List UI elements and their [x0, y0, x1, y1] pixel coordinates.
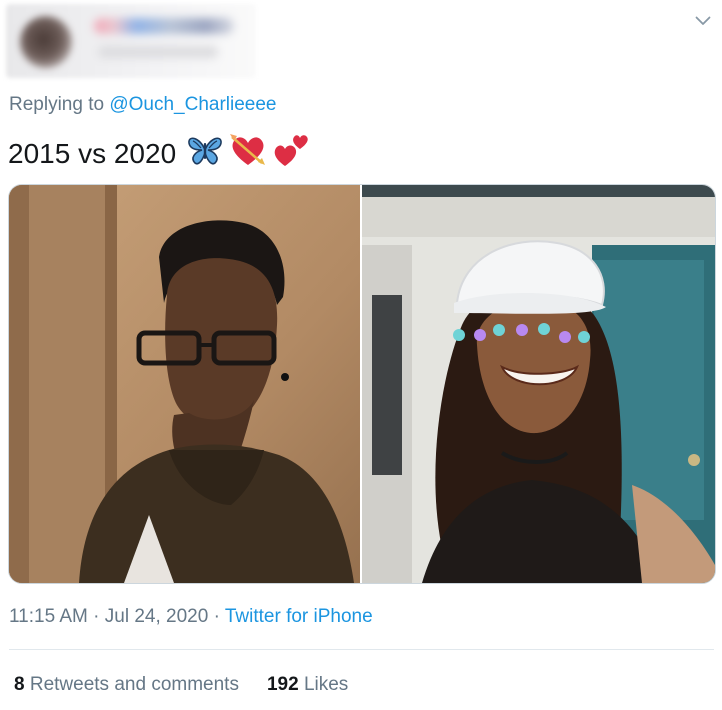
separator: ·	[93, 606, 105, 627]
tweet-time: 11:15 AM	[9, 606, 88, 627]
likes-count: 192	[266, 674, 299, 695]
tweet-timestamp: 11:15 AM · Jul 24, 2020 · Twitter for iP…	[9, 606, 373, 628]
two-hearts-emoji	[272, 132, 310, 175]
replying-to: Replying to @Ouch_Charlieeee	[9, 94, 277, 116]
tweet-text: 2015 vs 2020	[8, 132, 310, 175]
chevron-down-icon[interactable]	[692, 10, 714, 32]
tweet-header	[0, 0, 722, 80]
tweet-stats: 8 Retweets and comments 192 Likes	[14, 674, 348, 696]
heart-with-arrow-emoji	[228, 132, 268, 175]
avatar	[20, 16, 72, 68]
divider	[9, 649, 714, 650]
tweet-date: Jul 24, 2020	[104, 606, 209, 627]
likes-stat[interactable]: 192 Likes	[267, 674, 348, 696]
retweets-label: Retweets and comments	[29, 674, 239, 695]
emoji-group	[186, 132, 310, 175]
tweet-media[interactable]	[8, 184, 716, 584]
separator: ·	[213, 606, 225, 627]
butterfly-emoji	[186, 133, 224, 174]
retweets-stat[interactable]: 8 Retweets and comments	[14, 674, 239, 696]
blurred-handle	[98, 46, 218, 58]
replying-to-link[interactable]: @Ouch_Charlieeee	[109, 94, 276, 115]
photo-2020[interactable]	[362, 185, 715, 583]
tweet-body: 2015 vs 2020	[8, 137, 177, 169]
replying-prefix: Replying to	[9, 94, 105, 115]
blurred-display-name	[94, 18, 234, 34]
tweet-source-link[interactable]: Twitter for iPhone	[225, 606, 373, 627]
blurred-author-info	[6, 4, 256, 78]
photo-2015[interactable]	[9, 185, 360, 583]
retweets-count: 8	[14, 674, 25, 695]
likes-label: Likes	[303, 674, 349, 695]
